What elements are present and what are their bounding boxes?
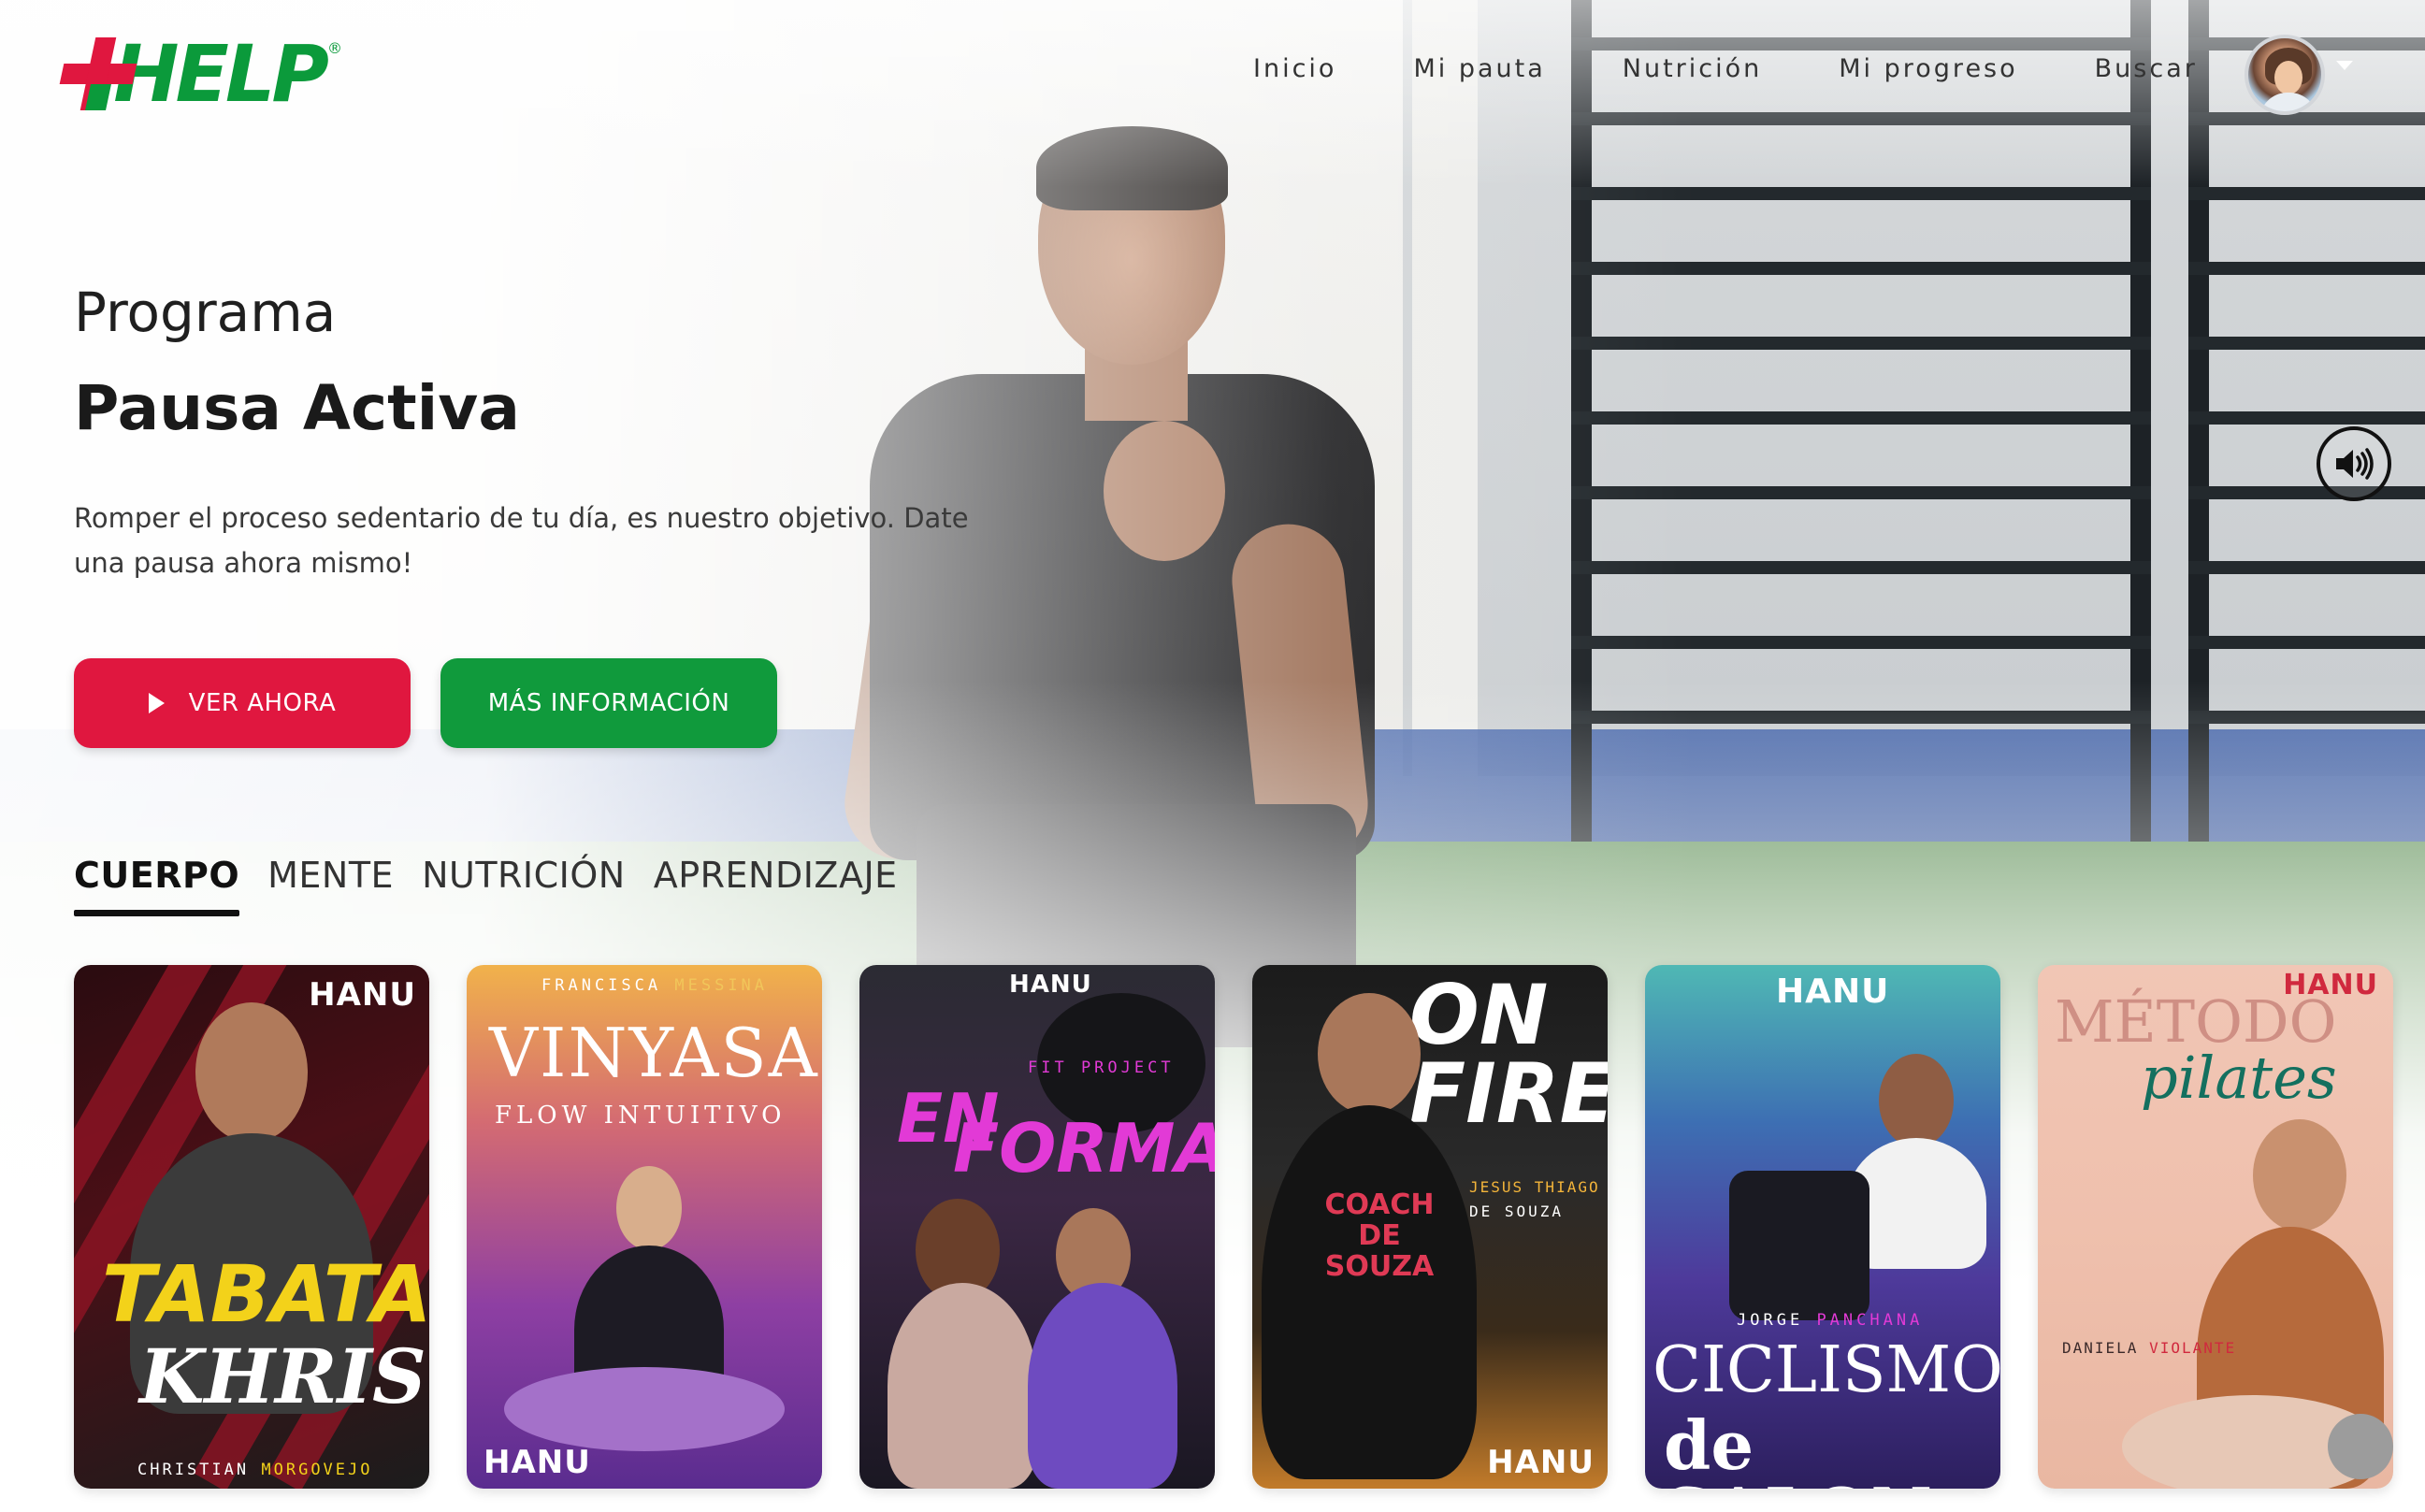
- program-card-ciclismo[interactable]: HANU JORGE PANCHANA CICLISMO de SALON: [1645, 965, 2000, 1489]
- hanu-brand: HANU: [309, 976, 416, 1014]
- sound-toggle-button[interactable]: [2317, 426, 2391, 501]
- avatar[interactable]: [2245, 35, 2325, 115]
- card-title: VINYASA: [489, 1014, 819, 1092]
- coach-photo: [616, 1166, 682, 1250]
- card-title: CICLISMO: [1653, 1333, 2000, 1407]
- coach-photo: [1318, 993, 1421, 1115]
- hanu-brand: HANU: [1776, 972, 1890, 1011]
- card-subtitle: FIRE: [1409, 1045, 1608, 1142]
- tab-cuerpo[interactable]: CUERPO: [74, 855, 240, 916]
- logo-text: HELP: [113, 28, 329, 120]
- nav-inicio[interactable]: Inicio: [1253, 54, 1336, 83]
- profile-menu[interactable]: [2245, 34, 2366, 116]
- coach-last-name: DE SOUZA: [1469, 1202, 1565, 1220]
- program-card-pilates[interactable]: HANU MÉTODO pilates DANIELA VIOLANTE: [2038, 965, 2393, 1489]
- more-info-button[interactable]: MÁS INFORMACIÓN: [440, 658, 777, 748]
- coach-photo: [2253, 1119, 2346, 1231]
- program-card-vinyasa[interactable]: FRANCISCA MESSINA VINYASA FLOW INTUITIVO…: [467, 965, 822, 1489]
- coach-name: FRANCISCA MESSINA: [541, 976, 769, 995]
- tab-nutricion[interactable]: NUTRICIÓN: [422, 855, 626, 909]
- card-subtitle: KHRIS: [139, 1332, 426, 1420]
- top-header: HELP ® Inicio Mi pauta Nutrición Mi prog…: [0, 0, 2425, 140]
- coach-name: JORGE PANCHANA: [1737, 1311, 1924, 1330]
- registered-mark: ®: [327, 39, 342, 57]
- main-nav: Inicio Mi pauta Nutrición Mi progreso Bu…: [1253, 54, 2198, 83]
- hanu-brand: HANU: [1487, 1444, 1595, 1481]
- program-card-en-forma[interactable]: HANU FIT PROJECT EN FORMA: [859, 965, 1215, 1489]
- program-cards-row: HANU TABATA KHRIS CHRISTIAN MORGOVEJO FR…: [74, 965, 2393, 1489]
- nav-nutricion[interactable]: Nutrición: [1623, 54, 1762, 83]
- help-logo[interactable]: HELP ®: [59, 28, 342, 120]
- program-card-tabata[interactable]: HANU TABATA KHRIS CHRISTIAN MORGOVEJO: [74, 965, 429, 1489]
- nav-mi-pauta[interactable]: Mi pauta: [1413, 54, 1545, 83]
- card-title: ON: [1409, 967, 1549, 1063]
- tab-mente[interactable]: MENTE: [267, 855, 394, 909]
- coach-photo: [1879, 1054, 1954, 1147]
- watch-now-button[interactable]: VER AHORA: [74, 658, 411, 748]
- cross-logo-icon: [59, 37, 137, 110]
- speaker-volume-icon: [2336, 448, 2374, 480]
- watch-now-label: VER AHORA: [188, 689, 337, 717]
- program-tag: FIT PROJECT: [1028, 1058, 1175, 1077]
- coach-name: CHRISTIAN MORGOVEJO: [137, 1461, 373, 1479]
- card-title: TABATA: [102, 1248, 429, 1340]
- caret-down-icon[interactable]: [2336, 61, 2353, 70]
- hero-description: Romper el proceso sedentario de tu día, …: [74, 502, 969, 579]
- card-title: MÉTODO: [2055, 987, 2337, 1056]
- play-icon: [148, 693, 165, 713]
- hero-title: Pausa Activa: [74, 372, 520, 444]
- nav-buscar[interactable]: Buscar: [2095, 54, 2198, 83]
- coach-photo: [195, 1002, 308, 1143]
- coach-name: JESUS THIAGO: [1469, 1178, 1600, 1196]
- more-info-label: MÁS INFORMACIÓN: [487, 689, 730, 717]
- coach-name: DANIELA VIOLANTE: [2062, 1339, 2237, 1357]
- program-card-on-fire[interactable]: ON FIRE COACH DE SOUZA JESUS THIAGO DE S…: [1252, 965, 1608, 1489]
- card-subtitle: FLOW INTUITIVO: [495, 1102, 787, 1130]
- tab-aprendizaje[interactable]: APRENDIZAJE: [654, 855, 898, 909]
- nav-mi-progreso[interactable]: Mi progreso: [1839, 54, 2017, 83]
- card-subtitle: FORMA: [953, 1109, 1215, 1188]
- shirt-print: COACH DE SOUZA: [1324, 1188, 1435, 1283]
- card-subtitle: de SALON: [1664, 1405, 1932, 1490]
- hero-kicker: Programa: [74, 281, 337, 344]
- card-subtitle: pilates: [2141, 1044, 2337, 1112]
- hanu-brand: HANU: [484, 1444, 591, 1481]
- hanu-brand: HANU: [1009, 971, 1092, 999]
- category-tabs: CUERPO MENTE NUTRICIÓN APRENDIZAJE: [74, 855, 898, 916]
